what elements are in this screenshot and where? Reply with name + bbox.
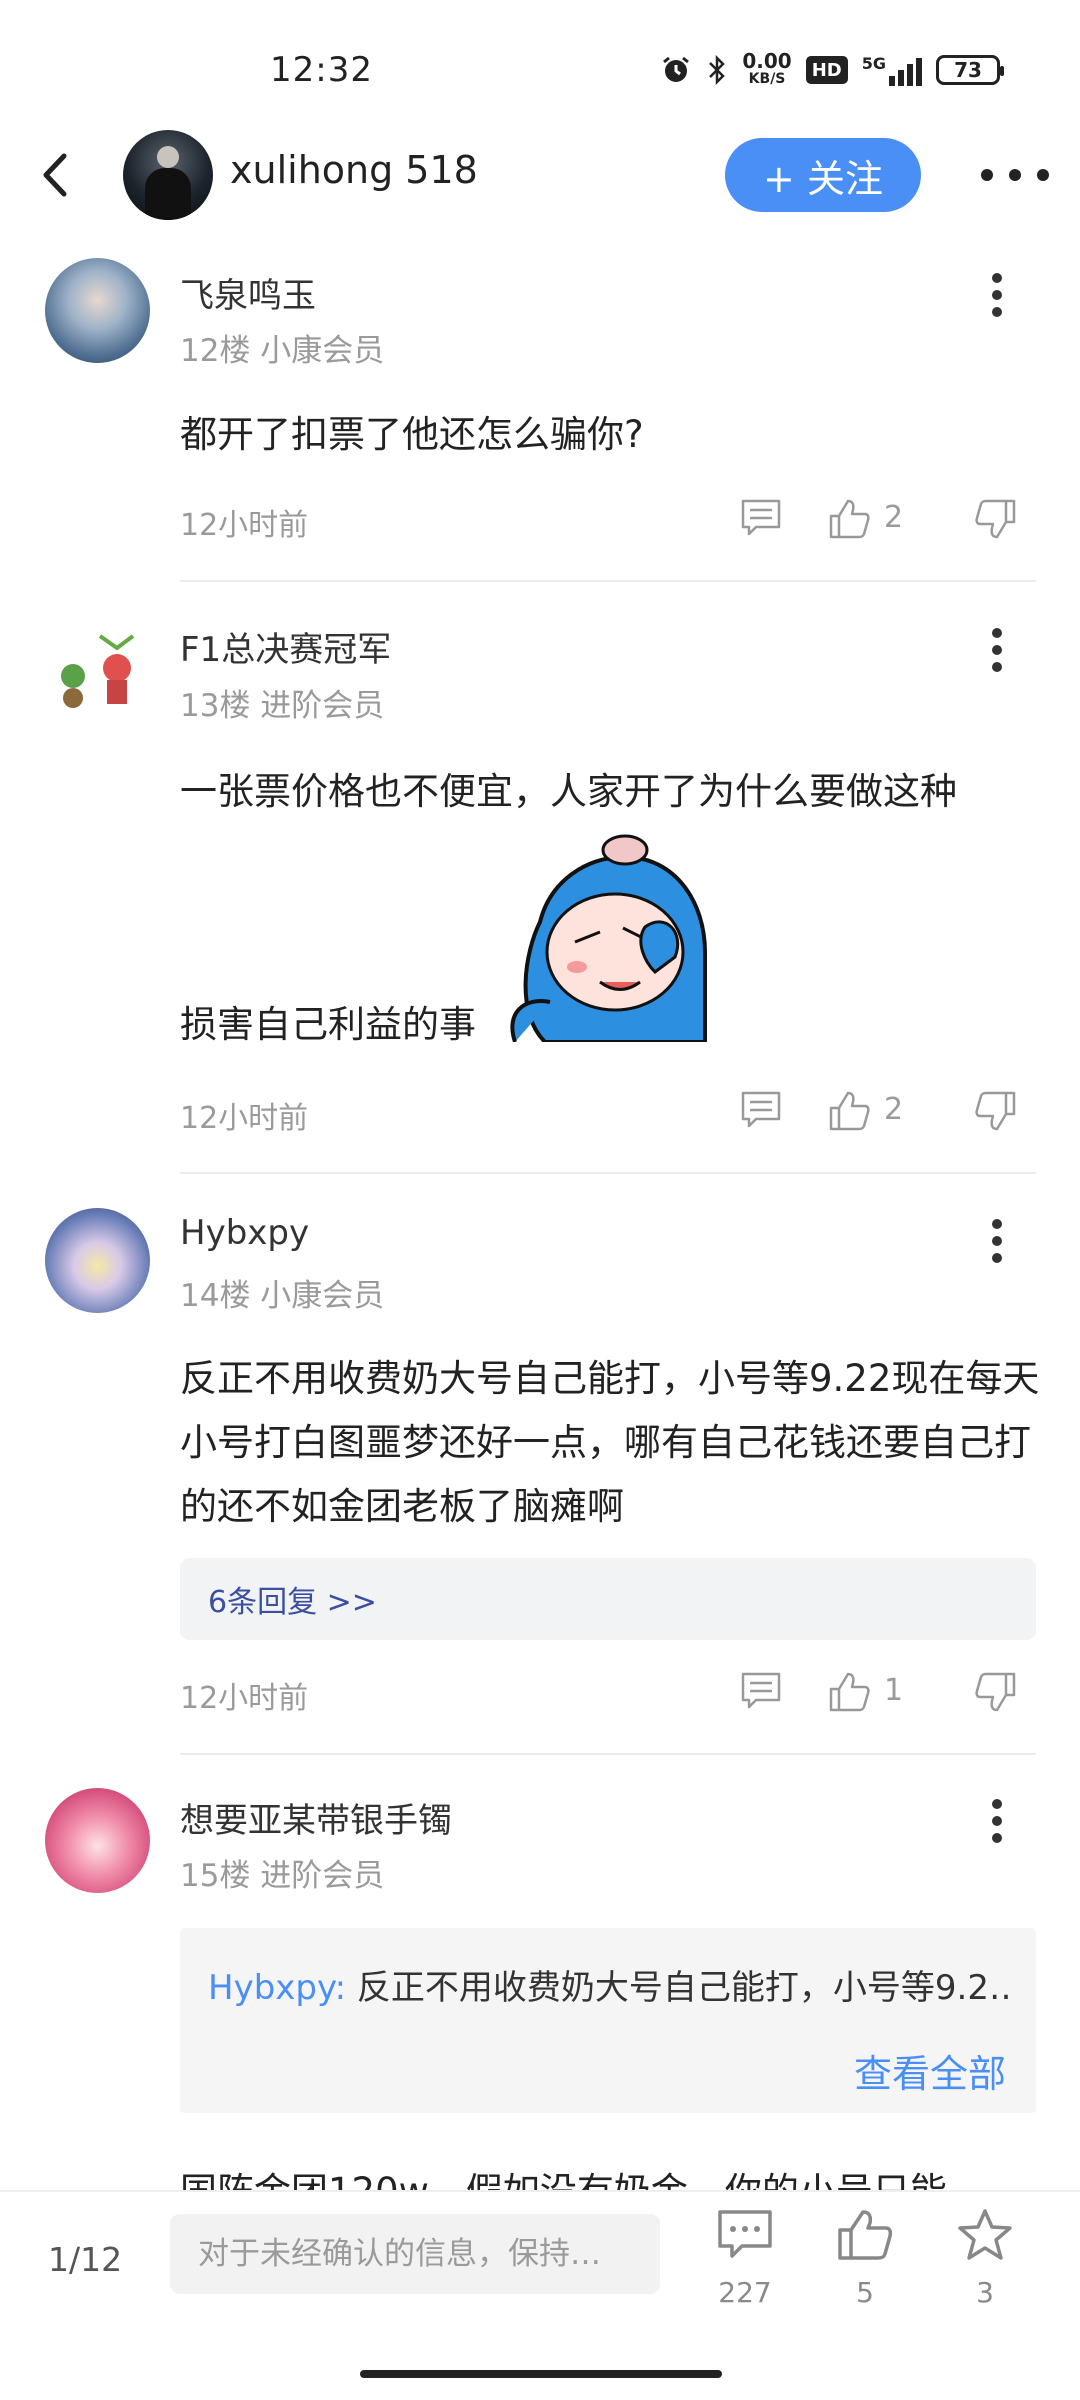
quoted-reply[interactable]: Hybxpy: 反正不用收费奶大号自己能打，小号等9.2… 查看全部: [180, 1928, 1036, 2113]
comment-input[interactable]: [170, 2214, 660, 2294]
hd-badge: HD: [805, 56, 848, 84]
status-icons: 0.00 KB/S HD 5G 73: [660, 49, 1004, 88]
status-bar: 12:32 0.00 KB/S HD 5G 73: [0, 0, 1080, 140]
like-icon[interactable]: [828, 1671, 870, 1713]
commenter-name[interactable]: 飞泉鸣玉: [180, 268, 316, 317]
commenter-name[interactable]: 想要亚某带银手镯: [180, 1793, 452, 1842]
like-count: 2: [884, 1092, 904, 1127]
commenter-avatar[interactable]: [45, 618, 150, 723]
comment-floor-meta: 12楼 小康会员: [180, 333, 385, 369]
favorites-count: 3: [976, 2276, 994, 2309]
reply-icon[interactable]: [740, 1090, 782, 1130]
comment-actions: 2: [740, 498, 1040, 544]
page-indicator[interactable]: 1/12: [48, 2240, 122, 2279]
comment-floor-meta: 13楼 进阶会员: [180, 688, 385, 724]
sticker-blue-character: [510, 834, 707, 1042]
comment-text: 都开了扣票了他还怎么骗你?: [180, 413, 644, 456]
home-indicator[interactable]: [360, 2370, 722, 2378]
bluetooth-icon: [709, 54, 726, 86]
comment-divider: [180, 1172, 1036, 1174]
comment-divider: [180, 1753, 1036, 1755]
like-count: 1: [884, 1673, 904, 1708]
like-thread-button[interactable]: 5: [820, 2208, 910, 2309]
dislike-icon[interactable]: [975, 1671, 1017, 1713]
commenter-avatar[interactable]: [45, 1208, 150, 1313]
quoted-reply-text: Hybxpy: 反正不用收费奶大号自己能打，小号等9.2…: [208, 1960, 1008, 2009]
battery-indicator: 73: [936, 55, 1004, 85]
comment-text-continued: 损害自己利益的事: [180, 1003, 476, 1046]
star-icon: [958, 2209, 1012, 2260]
dislike-icon[interactable]: [975, 498, 1017, 540]
like-icon[interactable]: [828, 498, 870, 540]
quoted-username[interactable]: Hybxpy:: [208, 1968, 346, 2008]
comment-text: 一张票价格也不便宜，人家开了为什么要做这种: [180, 770, 957, 813]
pixel-characters-icon: [61, 634, 135, 708]
quoted-content: 反正不用收费奶大号自己能打，小号等9.2…: [346, 1968, 1008, 2008]
comment-menu-icon[interactable]: [990, 1218, 1004, 1264]
dislike-icon[interactable]: [975, 1090, 1017, 1132]
reply-icon[interactable]: [740, 1671, 782, 1711]
comments-button[interactable]: 227: [700, 2208, 790, 2309]
favorite-button[interactable]: 3: [940, 2208, 1030, 2309]
author-name[interactable]: xulihong 518: [230, 148, 478, 192]
comment-floor-meta: 15楼 进阶会员: [180, 1858, 385, 1894]
like-count: 2: [884, 500, 904, 535]
view-all-link[interactable]: 查看全部: [854, 2043, 1006, 2098]
commenter-name[interactable]: F1总决赛冠军: [180, 622, 391, 671]
status-time: 12:32: [270, 50, 373, 90]
commenter-name[interactable]: Hybxpy: [180, 1213, 309, 1253]
commenter-avatar[interactable]: [45, 258, 150, 363]
likes-count: 5: [856, 2276, 874, 2309]
author-avatar[interactable]: [123, 130, 213, 220]
more-options-icon[interactable]: [980, 168, 1050, 182]
follow-button[interactable]: + 关注: [725, 138, 921, 212]
net-speed: 0.00 KB/S: [742, 49, 792, 87]
signal-icon: 5G: [862, 54, 922, 86]
thumbs-up-icon: [838, 2210, 893, 2260]
comment-actions: 2: [740, 1090, 1040, 1136]
comment-text: 反正不用收费奶大号自己能打，小号等9.22现在每天小号打白图噩梦还好一点，哪有自…: [180, 1357, 1040, 1528]
comment-floor-meta: 14楼 小康会员: [180, 1278, 385, 1314]
comment-menu-icon[interactable]: [990, 1798, 1004, 1844]
comment-divider: [180, 580, 1036, 582]
reply-icon[interactable]: [740, 498, 782, 538]
comment-actions: 1: [740, 1671, 1040, 1717]
comment-time: 12小时前: [180, 1681, 309, 1716]
comments-icon: [718, 2210, 772, 2258]
comment-text-partial: 国阵金团120w，假如没有奶金，你的小号只能: [180, 2160, 1040, 2190]
back-arrow-icon[interactable]: [36, 150, 76, 200]
comment-menu-icon[interactable]: [990, 272, 1004, 318]
comments-count: 227: [718, 2276, 772, 2309]
like-icon[interactable]: [828, 1090, 870, 1132]
commenter-avatar[interactable]: [45, 1788, 150, 1893]
alarm-icon: [663, 56, 690, 82]
comment-time: 12小时前: [180, 1101, 309, 1136]
comment-menu-icon[interactable]: [990, 627, 1004, 673]
comment-time: 12小时前: [180, 508, 309, 543]
thread-header: xulihong 518 + 关注: [0, 130, 1080, 220]
view-replies-button[interactable]: 6条回复 >>: [180, 1558, 1036, 1640]
bottom-action-bar: 1/12 227 5 3: [0, 2190, 1080, 2400]
